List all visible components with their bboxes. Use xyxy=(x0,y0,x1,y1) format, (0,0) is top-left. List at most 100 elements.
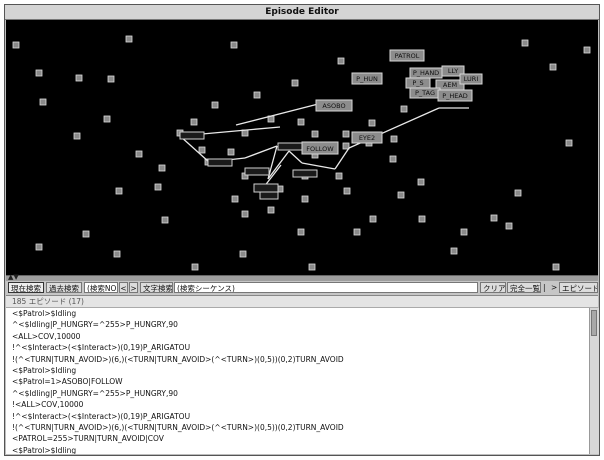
list-item[interactable]: !(^<TURN|TURN_AVOID>)(6,)(<TURN|TURN_AVO… xyxy=(6,422,589,433)
graph-node[interactable] xyxy=(417,178,425,186)
graph-node[interactable] xyxy=(389,155,397,163)
sequence-search-input[interactable]: (検索シーケンス) xyxy=(174,282,478,293)
graph-node[interactable] xyxy=(190,118,198,126)
graph-node[interactable] xyxy=(161,216,169,224)
graph-node[interactable] xyxy=(115,187,123,195)
graph-node[interactable] xyxy=(583,46,591,54)
clear-button[interactable]: クリア xyxy=(480,282,506,293)
graph-node[interactable] xyxy=(113,250,121,258)
graph-node[interactable] xyxy=(135,150,143,158)
episode-node[interactable] xyxy=(207,158,233,167)
graph-node[interactable] xyxy=(39,98,47,106)
graph-node[interactable] xyxy=(158,164,166,172)
prev-button[interactable]: < xyxy=(119,282,128,293)
episode-node[interactable] xyxy=(292,169,318,178)
graph-node[interactable] xyxy=(35,243,43,251)
graph-node[interactable] xyxy=(368,119,376,127)
graph-node[interactable] xyxy=(308,263,316,271)
list-item[interactable]: <ALL>COV,10000 xyxy=(6,331,589,342)
list-item[interactable]: ^<$Idling|P_HUNGRY=^255>P_HUNGRY,90 xyxy=(6,388,589,399)
graph-node[interactable] xyxy=(253,91,261,99)
graph-node[interactable] xyxy=(35,69,43,77)
list-scrollbar[interactable] xyxy=(589,308,599,454)
graph-node[interactable] xyxy=(239,250,247,258)
list-item[interactable]: ^<$Idling|P_HUNGRY=^255>P_HUNGRY,90 xyxy=(6,319,589,330)
list-item[interactable]: <PATROL=255>TURN|TURN_AVOID|COV xyxy=(6,433,589,444)
episode-node-luri[interactable]: LURI xyxy=(459,73,483,85)
graph-node[interactable] xyxy=(490,214,498,222)
episode-list[interactable]: <$Patrol>$Idling ^<$Idling|P_HUNGRY=^255>… xyxy=(6,308,589,454)
scrollbar-thumb[interactable] xyxy=(591,310,597,336)
graph-node[interactable] xyxy=(291,79,299,87)
graph-node[interactable] xyxy=(342,130,350,138)
graph-node[interactable] xyxy=(227,148,235,156)
episode-node-p_tag[interactable]: P_TAG xyxy=(409,87,441,99)
graph-node[interactable] xyxy=(125,35,133,43)
splitter-arrow-icon[interactable]: ▲▼ xyxy=(8,273,19,281)
graph-node[interactable] xyxy=(297,228,305,236)
graph-node[interactable] xyxy=(335,172,343,180)
graph-node[interactable] xyxy=(297,118,305,126)
list-item[interactable]: <$Patrol>$Idling xyxy=(6,365,589,376)
graph-node[interactable] xyxy=(301,195,309,203)
graph-node[interactable] xyxy=(390,135,398,143)
episode-node-follow[interactable]: FOLLOW xyxy=(301,141,339,155)
graph-node[interactable] xyxy=(12,41,20,49)
episode-node-patrol[interactable]: PATROL xyxy=(389,49,425,62)
graph-node[interactable] xyxy=(230,41,238,49)
episode-graph[interactable]: PATROL P_HUN P_HAND P_S LLY AEM LURI P_TAG P_HEA… xyxy=(6,20,598,275)
graph-node[interactable] xyxy=(75,74,83,82)
graph-node[interactable] xyxy=(369,215,377,223)
graph-node[interactable] xyxy=(267,206,275,214)
graph-node[interactable] xyxy=(505,222,513,230)
episode-node[interactable] xyxy=(244,167,270,176)
list-item[interactable]: <$Patrol>$Idling xyxy=(6,445,589,454)
graph-node[interactable] xyxy=(241,210,249,218)
episode-node[interactable] xyxy=(277,142,303,151)
episode-graph-canvas[interactable]: PATROL P_HUN P_HAND P_S LLY AEM LURI P_TAG P_HEA… xyxy=(6,20,598,275)
full-list-button[interactable]: 完全一覧 xyxy=(507,282,541,293)
graph-node[interactable] xyxy=(353,228,361,236)
graph-node[interactable] xyxy=(514,189,522,197)
list-item[interactable]: !<ALL>COV,10000 xyxy=(6,399,589,410)
episode-node-eye2[interactable]: EYE2 xyxy=(351,131,383,144)
graph-node[interactable] xyxy=(73,132,81,140)
create-episode-button[interactable]: エピソード作成 xyxy=(559,282,598,293)
graph-node[interactable] xyxy=(107,75,115,83)
list-item[interactable]: !^<$Interact>(<$Interact>)(0,19)P_ARIGAT… xyxy=(6,411,589,422)
text-search-button[interactable]: 文字検索 xyxy=(140,282,173,293)
graph-node[interactable] xyxy=(400,105,408,113)
graph-node[interactable] xyxy=(397,191,405,199)
past-search-button[interactable]: 過去検索 xyxy=(46,282,82,293)
graph-node[interactable] xyxy=(418,215,426,223)
current-search-button[interactable]: 現在検索 xyxy=(8,282,44,293)
graph-node[interactable] xyxy=(450,247,458,255)
graph-node[interactable] xyxy=(460,228,468,236)
expand-arrow-icon[interactable]: > xyxy=(551,282,559,293)
graph-node[interactable] xyxy=(552,263,560,271)
episode-node-p_s[interactable]: P_S xyxy=(405,77,431,89)
graph-node[interactable] xyxy=(549,63,557,71)
list-item[interactable]: <$Patrol>$Idling xyxy=(6,308,589,319)
episode-node[interactable] xyxy=(259,191,279,200)
list-item[interactable]: <$Patrol=1>ASOBO|FOLLOW xyxy=(6,376,589,387)
graph-node[interactable] xyxy=(521,39,529,47)
graph-node[interactable] xyxy=(82,230,90,238)
graph-node[interactable] xyxy=(311,130,319,138)
graph-node[interactable] xyxy=(343,187,351,195)
graph-node[interactable] xyxy=(191,263,199,271)
episode-node-asobo[interactable]: ASOBO xyxy=(315,99,353,112)
list-item[interactable]: !^<$Interact>(<$Interact>)(0,19)P_ARIGAT… xyxy=(6,342,589,353)
episode-node-p_hand[interactable]: P_HAND xyxy=(409,67,443,79)
episode-node[interactable] xyxy=(179,131,205,140)
graph-node[interactable] xyxy=(231,195,239,203)
list-item[interactable]: !(^<TURN|TURN_AVOID>)(6,)(<TURN|TURN_AVO… xyxy=(6,354,589,365)
graph-node[interactable] xyxy=(211,101,219,109)
episode-node-p_hun[interactable]: P_HUN xyxy=(351,72,383,85)
graph-node[interactable] xyxy=(103,115,111,123)
next-button[interactable]: > xyxy=(129,282,138,293)
graph-node[interactable] xyxy=(342,142,350,150)
search-number-field[interactable]: (検索NO.) xyxy=(84,282,118,293)
graph-node[interactable] xyxy=(198,146,206,154)
episode-node-p_head[interactable]: P_HEAD xyxy=(437,89,473,102)
